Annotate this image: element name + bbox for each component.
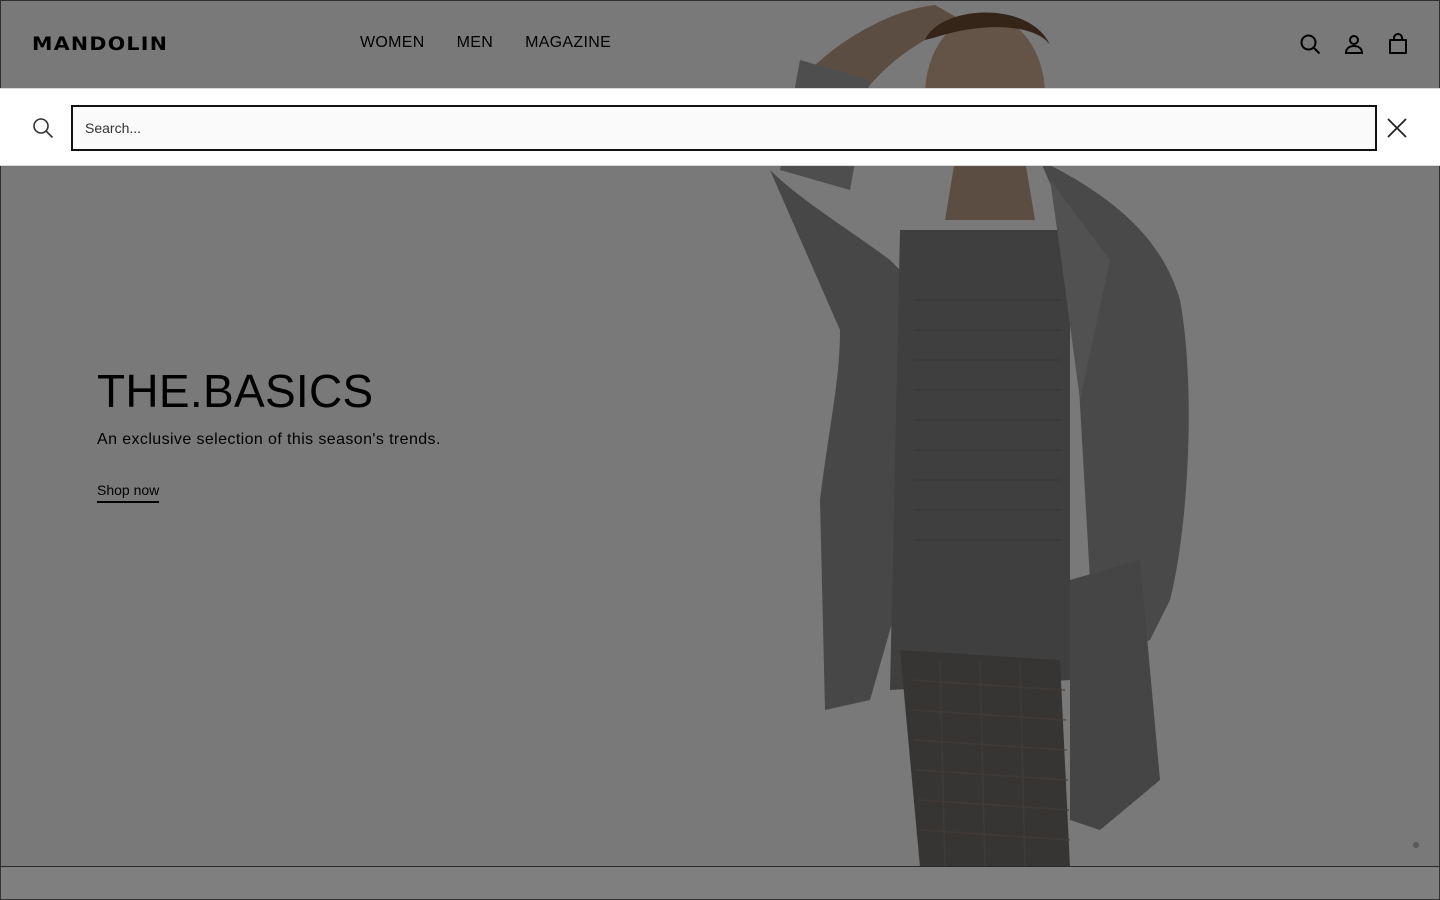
site-header: MANDOLIN WOMEN MEN MAGAZINE (0, 0, 1440, 88)
hero-title: THE.BASICS (97, 365, 374, 417)
search-panel (0, 88, 1440, 166)
main-nav: WOMEN MEN MAGAZINE (360, 34, 611, 52)
bag-icon[interactable] (1386, 32, 1410, 56)
search-icon (33, 118, 54, 139)
search-icon[interactable] (1298, 32, 1322, 56)
page: MANDOLIN WOMEN MEN MAGAZINE Search... TH… (0, 0, 1440, 900)
nav-item-magazine[interactable]: MAGAZINE (525, 34, 611, 52)
account-icon[interactable] (1342, 32, 1366, 56)
slider-dot[interactable] (1413, 842, 1419, 848)
hero-content: THE.BASICS An exclusive selection of thi… (97, 364, 441, 503)
nav-item-men[interactable]: MEN (457, 34, 493, 52)
hero-subtitle: An exclusive selection of this season's … (97, 431, 441, 448)
nav-item-women[interactable]: WOMEN (360, 34, 425, 52)
header-actions (1298, 32, 1410, 56)
shop-now-link[interactable]: Shop now (97, 482, 160, 503)
hero-bottom-divider (0, 866, 1440, 867)
search-input[interactable] (71, 105, 1377, 151)
close-icon[interactable] (1385, 116, 1409, 140)
brand-logo[interactable]: MANDOLIN (32, 33, 168, 55)
